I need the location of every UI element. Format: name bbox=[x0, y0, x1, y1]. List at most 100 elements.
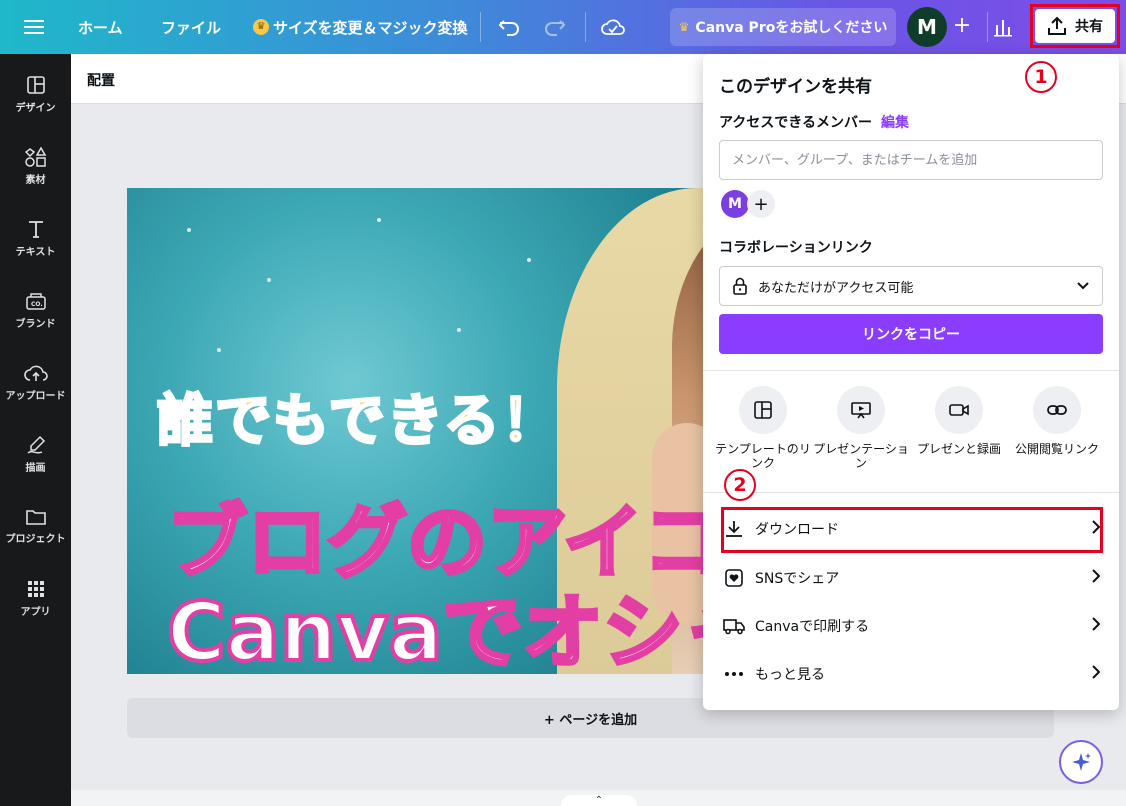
share-panel: このデザインを共有 アクセスできるメンバー 編集 M + コラボレーションリンク… bbox=[703, 54, 1119, 710]
snow-particle bbox=[527, 258, 531, 262]
sidebar-item-design[interactable]: デザイン bbox=[0, 64, 71, 124]
resize-button[interactable]: ♛ サイズを変更＆マジック変換 bbox=[253, 0, 468, 54]
public-link-circle bbox=[1033, 386, 1081, 434]
bar-chart-icon bbox=[994, 20, 1012, 37]
pro-label: Canva Proをお試しください bbox=[695, 20, 888, 36]
cloud-check-icon bbox=[601, 19, 625, 35]
access-level-value: あなただけがアクセス可能 bbox=[758, 280, 914, 296]
step-2-badge: 2 bbox=[724, 468, 756, 501]
canva-pro-button[interactable]: ♛ Canva Proをお試しください bbox=[670, 8, 896, 46]
share-upload-icon bbox=[1048, 16, 1066, 35]
link-icon bbox=[1047, 405, 1067, 415]
sidebar-item-projects[interactable]: プロジェクト bbox=[0, 496, 71, 556]
shapes-icon bbox=[24, 146, 46, 167]
snow-particle bbox=[457, 328, 461, 332]
record-icon bbox=[949, 404, 969, 416]
snow-particle bbox=[187, 228, 191, 232]
access-level-select[interactable]: あなただけがアクセス可能 bbox=[719, 266, 1103, 306]
magic-assistant-button[interactable] bbox=[1059, 740, 1103, 784]
copy-link-button[interactable]: リンクをコピー bbox=[719, 314, 1103, 354]
snow-particle bbox=[267, 278, 271, 282]
option-label: プレゼンと録画 bbox=[916, 442, 1001, 456]
present-record-option[interactable]: プレゼンと録画 bbox=[911, 386, 1007, 456]
sidebar-item-apps[interactable]: アプリ bbox=[0, 568, 71, 628]
divider bbox=[703, 492, 1119, 493]
access-members-label: アクセスできるメンバー bbox=[719, 115, 873, 131]
headline-line-1[interactable]: 誰でもできる！ bbox=[156, 376, 560, 457]
sidebar-item-text[interactable]: テキスト bbox=[0, 208, 71, 268]
page-drawer-toggle[interactable]: ⌃ bbox=[561, 795, 637, 806]
save-status-button[interactable] bbox=[601, 0, 625, 54]
step-number: 1 bbox=[1025, 61, 1057, 93]
member-search-input[interactable] bbox=[719, 140, 1103, 180]
divider bbox=[480, 12, 481, 42]
file-menu[interactable]: ファイル bbox=[161, 0, 221, 54]
left-sidebar: デザイン 素材 テキスト CO. ブランド アップロード 描画 プロジェクト ア… bbox=[0, 54, 71, 806]
divider bbox=[585, 12, 586, 42]
option-label: 公開閲覧リンク bbox=[1014, 442, 1099, 456]
public-link-option[interactable]: 公開閲覧リンク bbox=[1009, 386, 1105, 456]
lock-icon bbox=[733, 277, 747, 295]
menu-button[interactable] bbox=[24, 0, 44, 54]
chevron-right-icon bbox=[1091, 664, 1101, 684]
sidebar-item-upload[interactable]: アップロード bbox=[0, 352, 71, 412]
divider bbox=[987, 12, 988, 42]
insights-button[interactable] bbox=[993, 0, 1013, 54]
share-button-highlight[interactable]: 共有 bbox=[1030, 4, 1120, 48]
template-link-option[interactable]: テンプレートのリンク bbox=[715, 386, 811, 470]
add-member-button[interactable]: + bbox=[950, 14, 974, 38]
present-record-circle bbox=[935, 386, 983, 434]
presentation-circle bbox=[837, 386, 885, 434]
menu-item-label: Canvaで印刷する bbox=[755, 619, 870, 635]
sidebar-item-label: アップロード bbox=[5, 390, 66, 402]
more-menu-item[interactable]: もっと見る bbox=[723, 653, 1101, 695]
menu-item-label: もっと見る bbox=[755, 667, 825, 683]
sidebar-item-label: アプリ bbox=[20, 606, 51, 618]
menu-item-label: SNSでシェア bbox=[755, 571, 840, 587]
sidebar-item-draw[interactable]: 描画 bbox=[0, 424, 71, 484]
download-icon bbox=[723, 519, 745, 539]
menu-item-label: ダウンロード bbox=[755, 522, 839, 538]
share-label: 共有 bbox=[1075, 19, 1103, 35]
member-avatar: M bbox=[721, 190, 749, 218]
layout-icon bbox=[26, 75, 45, 94]
sidebar-item-label: ブランド bbox=[15, 318, 56, 330]
edit-access-link[interactable]: 編集 bbox=[881, 112, 909, 132]
text-icon bbox=[28, 220, 43, 238]
present-icon bbox=[851, 402, 871, 419]
redo-button[interactable] bbox=[544, 0, 566, 54]
resize-label: サイズを変更＆マジック変換 bbox=[273, 18, 468, 37]
user-avatar[interactable]: M bbox=[907, 7, 947, 47]
sidebar-item-label: デザイン bbox=[15, 102, 56, 114]
divider bbox=[703, 370, 1119, 371]
position-button[interactable]: 配置 bbox=[87, 70, 115, 90]
option-label: テンプレートのリンク bbox=[715, 442, 811, 470]
chevron-right-icon bbox=[1091, 519, 1101, 539]
undo-button[interactable] bbox=[498, 0, 520, 54]
chevron-right-icon bbox=[1091, 568, 1101, 588]
hamburger-icon bbox=[24, 20, 44, 34]
add-member-circle-button[interactable]: + bbox=[747, 190, 775, 218]
crown-icon: ♛ bbox=[253, 19, 269, 35]
share-button[interactable]: 共有 bbox=[1035, 9, 1115, 43]
presentation-option[interactable]: プレゼンテーション bbox=[813, 386, 909, 470]
template-link-circle bbox=[739, 386, 787, 434]
heart-icon bbox=[723, 569, 745, 587]
sidebar-item-label: 素材 bbox=[25, 174, 46, 186]
home-link[interactable]: ホーム bbox=[78, 0, 123, 54]
sidebar-item-brand[interactable]: CO. ブランド bbox=[0, 280, 71, 340]
chevron-right-icon bbox=[1091, 616, 1101, 636]
download-menu-item[interactable]: ダウンロード bbox=[723, 508, 1101, 550]
step-1-badge: 1 bbox=[1025, 60, 1057, 93]
top-bar: ホーム ファイル ♛ サイズを変更＆マジック変換 ♛ Canva Proをお試し… bbox=[0, 0, 1126, 54]
chevron-down-icon bbox=[1077, 282, 1089, 290]
redo-icon bbox=[545, 20, 566, 36]
undo-icon bbox=[498, 20, 519, 36]
snow-particle bbox=[377, 218, 381, 222]
more-icon bbox=[723, 671, 745, 677]
draw-icon bbox=[26, 435, 45, 454]
print-menu-item[interactable]: Canvaで印刷する bbox=[723, 605, 1101, 647]
headline-line-3[interactable]: Canvaでオシャ bbox=[165, 568, 765, 674]
sns-share-menu-item[interactable]: SNSでシェア bbox=[723, 557, 1101, 599]
sidebar-item-elements[interactable]: 素材 bbox=[0, 136, 71, 196]
